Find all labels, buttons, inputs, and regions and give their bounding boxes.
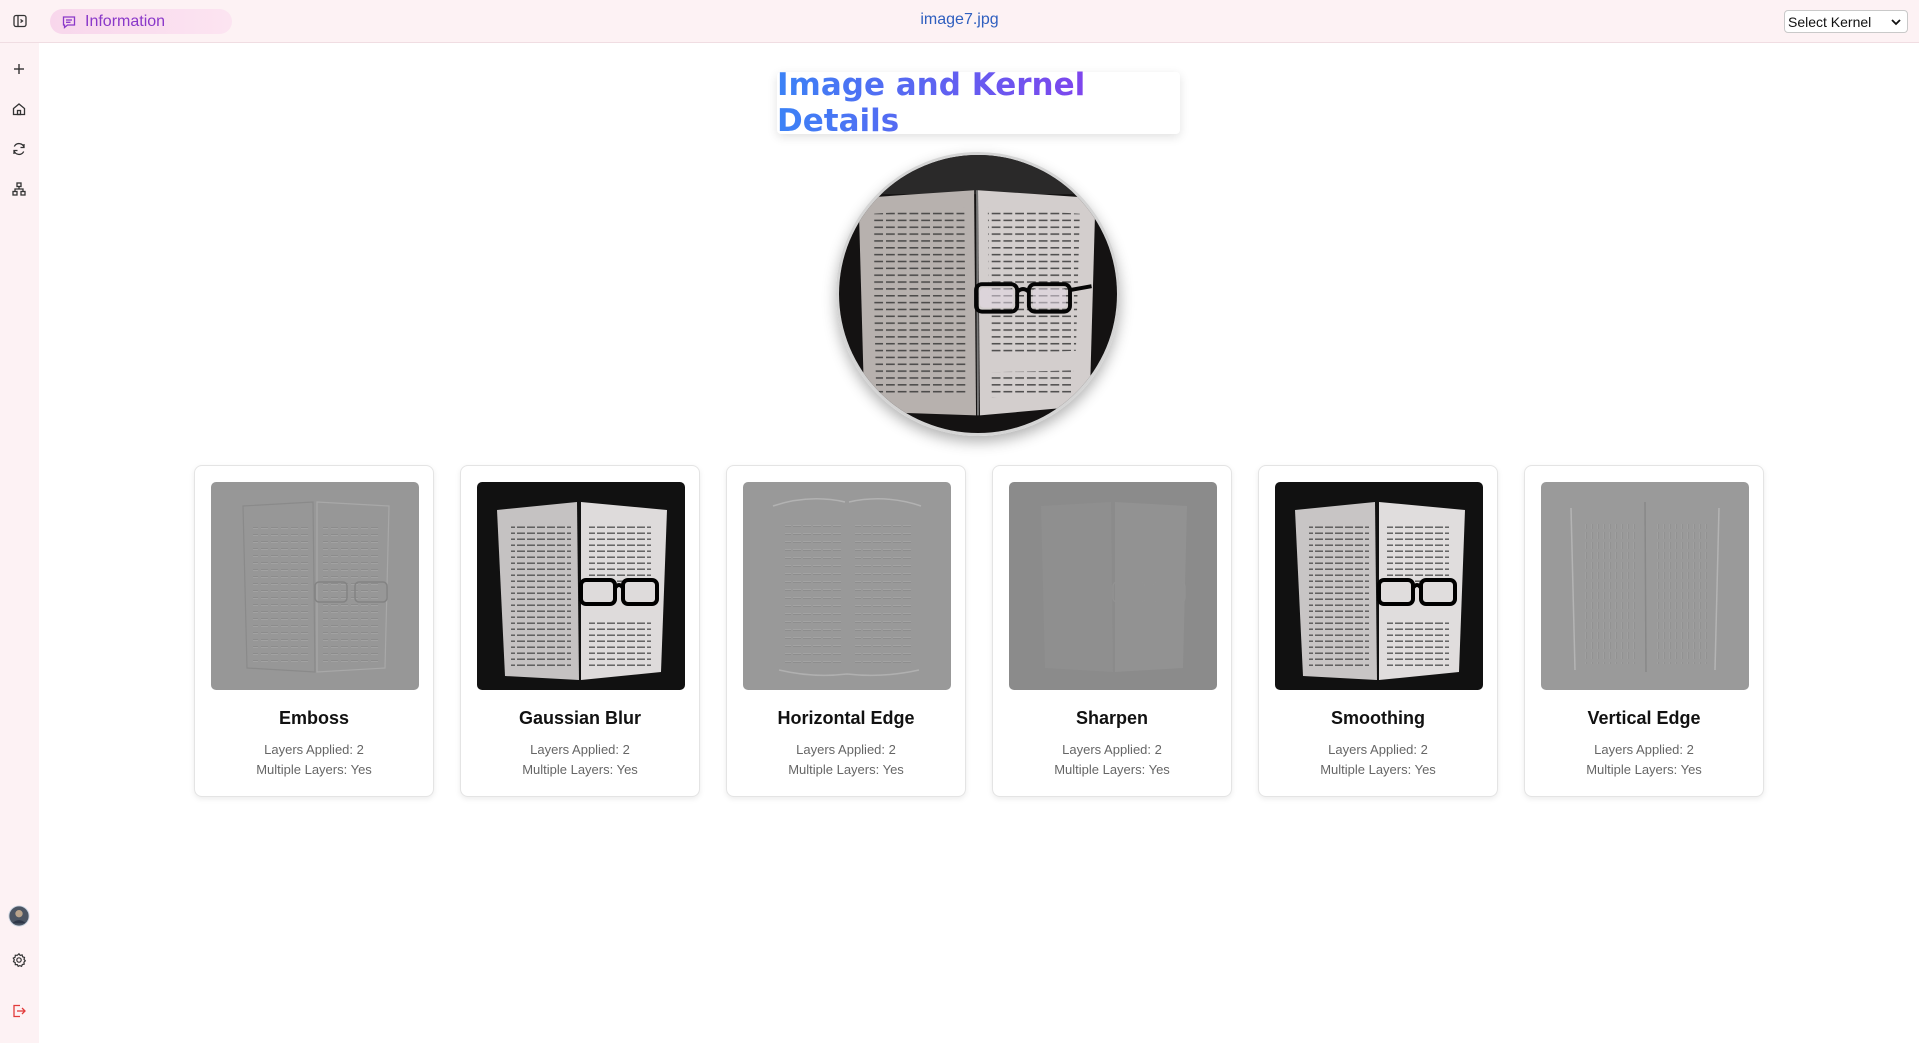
- kernel-select-value: Select Kernel: [1788, 13, 1872, 30]
- original-image: [836, 152, 1120, 436]
- sidebar: [0, 43, 39, 1043]
- top-bar: Information image7.jpg Select Kernel: [0, 0, 1919, 43]
- multiple-layers: Multiple Layers: Yes: [1320, 762, 1436, 777]
- information-tab-label: Information: [85, 12, 166, 30]
- kernel-card-gaussian-blur[interactable]: Gaussian Blur Layers Applied: 2 Multiple…: [460, 465, 700, 797]
- layers-applied: Layers Applied: 2: [796, 742, 896, 757]
- kernel-name: Horizontal Edge: [777, 708, 915, 728]
- kernel-name: Gaussian Blur: [518, 708, 642, 728]
- kernel-card-emboss[interactable]: Emboss Layers Applied: 2 Multiple Layers…: [194, 465, 434, 797]
- page-title: Image and Kernel Details: [777, 67, 1180, 139]
- file-name: image7.jpg: [920, 11, 999, 28]
- refresh-icon[interactable]: [7, 137, 31, 161]
- multiple-layers: Multiple Layers: Yes: [522, 762, 638, 777]
- logout-icon[interactable]: [7, 999, 31, 1023]
- layers-applied: Layers Applied: 2: [264, 742, 364, 757]
- information-tab[interactable]: Information: [50, 9, 232, 34]
- vertical-edge-image: [1541, 482, 1749, 690]
- network-icon[interactable]: [7, 177, 31, 201]
- kernel-name: Smoothing: [1331, 708, 1425, 728]
- layers-applied: Layers Applied: 2: [530, 742, 630, 757]
- multiple-layers: Multiple Layers: Yes: [788, 762, 904, 777]
- kernel-card-sharpen[interactable]: Sharpen Layers Applied: 2 Multiple Layer…: [992, 465, 1232, 797]
- plus-icon[interactable]: [7, 57, 31, 81]
- kernel-select[interactable]: Select Kernel: [1784, 10, 1908, 33]
- message-icon: [62, 15, 76, 29]
- kernel-card-smoothing[interactable]: Smoothing Layers Applied: 2 Multiple Lay…: [1258, 465, 1498, 797]
- multiple-layers: Multiple Layers: Yes: [1586, 762, 1702, 777]
- kernel-name: Vertical Edge: [1587, 708, 1701, 728]
- layers-applied: Layers Applied: 2: [1062, 742, 1162, 757]
- avatar[interactable]: [7, 904, 31, 928]
- home-icon[interactable]: [7, 97, 31, 121]
- layers-applied: Layers Applied: 2: [1328, 742, 1428, 757]
- multiple-layers: Multiple Layers: Yes: [256, 762, 372, 777]
- kernel-name: Sharpen: [1075, 708, 1149, 728]
- kernel-name: Emboss: [278, 708, 350, 728]
- sharpen-image: [1009, 482, 1217, 690]
- gaussian-blur-image: [477, 482, 685, 690]
- layers-applied: Layers Applied: 2: [1594, 742, 1694, 757]
- kernel-card-vertical-edge[interactable]: Vertical Edge Layers Applied: 2 Multiple…: [1524, 465, 1764, 797]
- settings-icon[interactable]: [7, 948, 31, 972]
- toggle-sidebar-icon[interactable]: [8, 9, 32, 33]
- smoothing-image: [1275, 482, 1483, 690]
- multiple-layers: Multiple Layers: Yes: [1054, 762, 1170, 777]
- emboss-image: [211, 482, 419, 690]
- chevron-down-icon: [1891, 19, 1901, 26]
- title-card: Image and Kernel Details: [777, 67, 1180, 139]
- kernel-card-horizontal-edge[interactable]: Horizontal Edge Layers Applied: 2 Multip…: [726, 465, 966, 797]
- horizontal-edge-image: [743, 482, 951, 690]
